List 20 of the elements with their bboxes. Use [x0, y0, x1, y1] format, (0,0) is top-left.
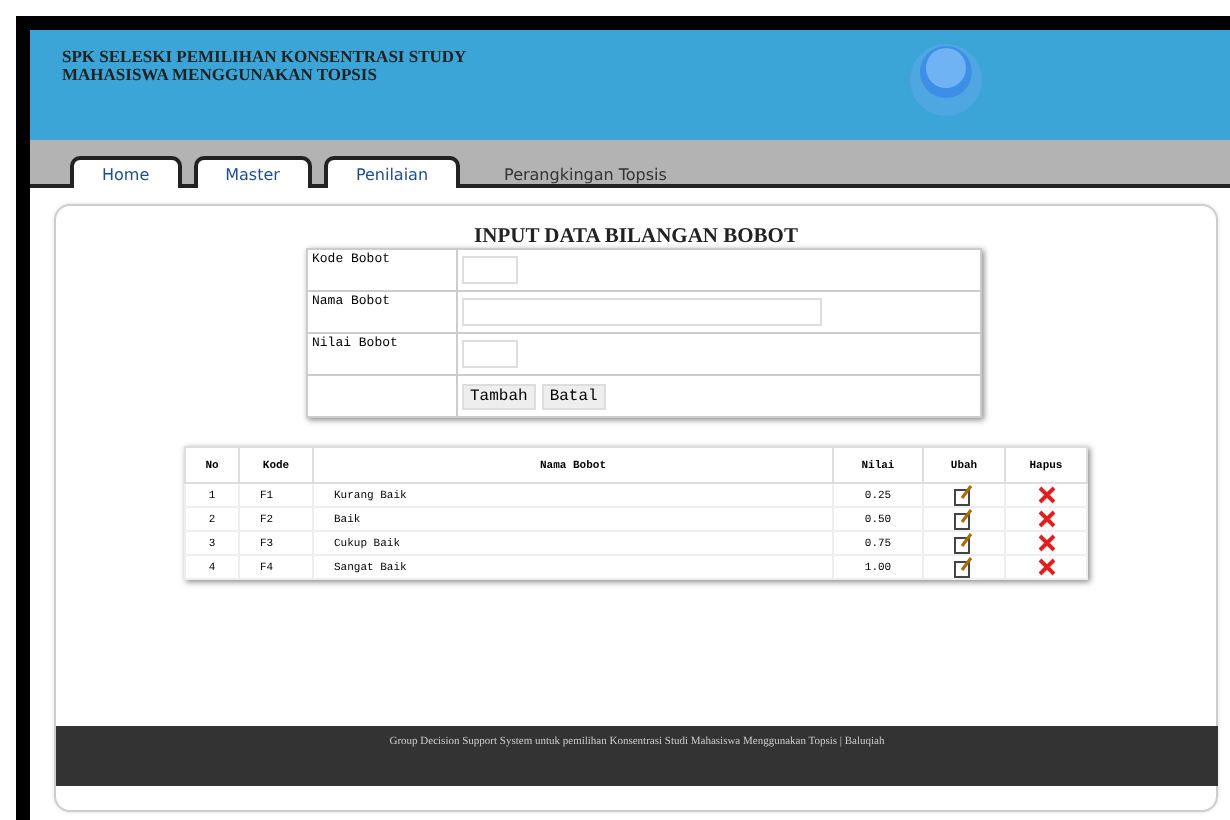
logo-icon: [906, 40, 986, 120]
delete-icon[interactable]: [1037, 558, 1055, 576]
form-button[interactable]: Batal: [541, 383, 606, 409]
form-title: INPUT DATA BILANGAN BOBOT: [474, 226, 798, 248]
input-field[interactable]: [462, 340, 518, 368]
edit-icon[interactable]: [954, 508, 974, 530]
delete-icon[interactable]: [1037, 534, 1055, 552]
input-field[interactable]: [462, 256, 518, 284]
delete-icon[interactable]: [1037, 510, 1055, 528]
edit-icon[interactable]: [954, 556, 974, 578]
nav-tab[interactable]: Penilaian: [323, 156, 461, 188]
site-title: SPK SELESKI PEMILIHAN KONSENTRASI STUDY: [62, 48, 467, 66]
edit-icon[interactable]: [954, 484, 974, 506]
delete-icon[interactable]: [1037, 486, 1055, 504]
nav-tab[interactable]: Master: [193, 156, 312, 188]
site-title: MAHASISWA MENGGUNAKAN TOPSIS: [62, 66, 379, 84]
nav-tab[interactable]: Home: [70, 156, 182, 188]
edit-icon[interactable]: [954, 532, 974, 554]
form-button[interactable]: Tambah: [462, 383, 536, 409]
input-field[interactable]: [462, 298, 822, 326]
